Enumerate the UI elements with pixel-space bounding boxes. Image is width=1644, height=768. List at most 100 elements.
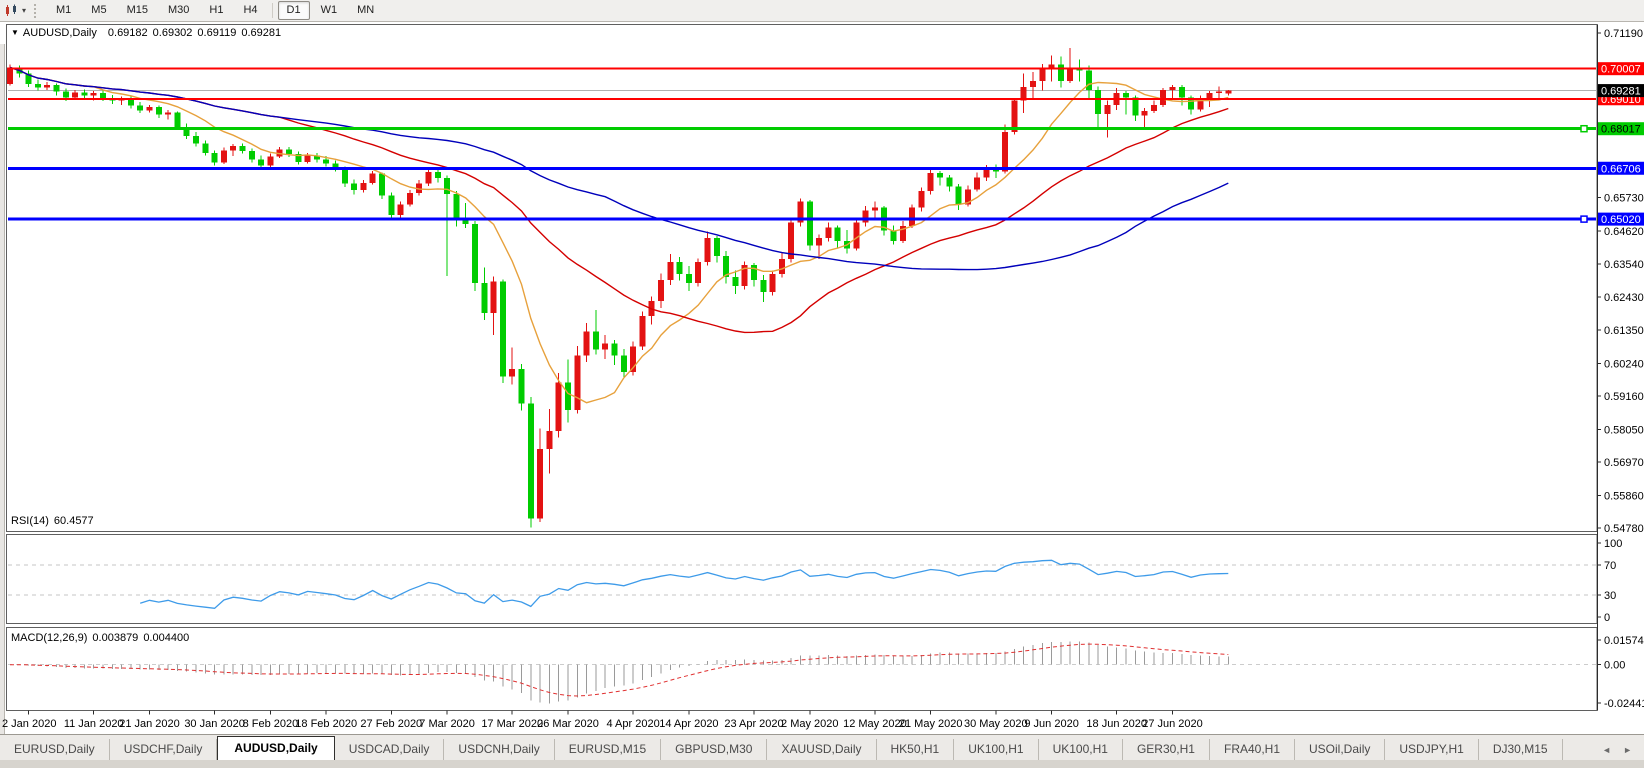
date-tick-label: 11 Jan 2020 <box>64 718 124 730</box>
candle-bull <box>1160 90 1166 105</box>
candle-bear <box>240 146 246 151</box>
chart-tab-uk100-h1[interactable]: UK100,H1 <box>1039 739 1123 760</box>
chart-tab-usdchf-daily[interactable]: USDCHF,Daily <box>110 739 218 760</box>
price-axis[interactable]: 0.711900.657300.646200.635400.624300.613… <box>1597 25 1644 711</box>
price-tick-label: 0.61350 <box>1604 325 1644 337</box>
candle-bear <box>1095 90 1101 114</box>
main-pane[interactable] <box>7 25 1598 532</box>
candle-bull <box>816 238 822 246</box>
candle-bear <box>565 383 571 410</box>
chart-tool-button[interactable]: ▾ <box>0 4 30 18</box>
macd-tick-label: 0.015741 <box>1604 635 1644 647</box>
candle-bull <box>407 193 413 204</box>
candle-bull <box>825 227 831 238</box>
rsi-tick-label: 30 <box>1604 590 1616 602</box>
candle-bear <box>1132 98 1138 116</box>
candle-bear <box>453 194 459 220</box>
candle-bull <box>872 208 878 211</box>
timeframe-button-m1[interactable]: M1 <box>47 1 80 20</box>
candle-bull <box>1170 87 1176 90</box>
chart-tab-xauusd-daily[interactable]: XAUUSD,Daily <box>767 739 876 760</box>
chart-dropdown-icon[interactable]: ▼ <box>11 28 19 37</box>
ohlc-high: 0.69302 <box>153 27 193 39</box>
chart-canvas[interactable]: 0.711900.657300.646200.635400.624300.613… <box>0 22 1644 734</box>
ohlc-open: 0.69182 <box>108 27 148 39</box>
date-tick-label: 12 May 2020 <box>843 718 907 730</box>
chart-tab-usdcnh-daily[interactable]: USDCNH,Daily <box>444 739 554 760</box>
chart-tab-usoil-daily[interactable]: USOil,Daily <box>1295 739 1385 760</box>
toolbar-grip[interactable] <box>34 4 40 18</box>
candle-bear <box>835 227 841 241</box>
tab-scroll-right-button[interactable]: ► <box>1623 745 1632 755</box>
candle-bull <box>491 282 497 314</box>
candle-bear <box>593 331 599 349</box>
candle-bull <box>695 262 701 283</box>
candle-bull <box>1207 93 1213 98</box>
candle-bull <box>574 355 580 409</box>
date-tick-label: 30 Jan 2020 <box>184 718 245 730</box>
chart-tab-usdjpy-h1[interactable]: USDJPY,H1 <box>1385 739 1478 760</box>
candle-bear <box>444 178 450 194</box>
chart-tab-eurusd-m15[interactable]: EURUSD,M15 <box>555 739 661 760</box>
candle-bull <box>72 92 78 97</box>
timeframe-button-w1[interactable]: W1 <box>312 1 347 20</box>
chart-tabs-bar: EURUSD,DailyUSDCHF,DailyAUDUSD,DailyUSDC… <box>0 734 1644 760</box>
candle-bull <box>91 93 97 95</box>
candle-bull <box>909 208 915 226</box>
tab-scroll-left-button[interactable]: ◄ <box>1602 745 1611 755</box>
timeframe-button-mn[interactable]: MN <box>348 1 383 20</box>
chart-window[interactable]: 0.711900.657300.646200.635400.624300.613… <box>0 22 1644 734</box>
candle-bull <box>221 150 227 162</box>
date-tick-label: 7 Mar 2020 <box>419 718 475 730</box>
date-tick-label: 18 Feb 2020 <box>295 718 357 730</box>
candle-bull <box>863 211 869 223</box>
chart-tab-audusd-daily[interactable]: AUDUSD,Daily <box>217 736 334 760</box>
date-tick-label: 18 Jun 2020 <box>1086 718 1147 730</box>
price-tick-label: 0.63540 <box>1604 259 1644 271</box>
candle-bear <box>937 173 943 178</box>
price-tick-label: 0.58050 <box>1604 424 1644 436</box>
status-bar <box>0 760 1644 768</box>
timeframe-button-m15[interactable]: M15 <box>118 1 157 20</box>
candle-bull <box>984 170 990 178</box>
chart-tab-fra40-h1[interactable]: FRA40,H1 <box>1210 739 1295 760</box>
price-tick-label: 0.71190 <box>1604 28 1643 40</box>
candle-bull <box>602 343 608 349</box>
date-axis[interactable]: 2 Jan 202011 Jan 202021 Jan 202030 Jan 2… <box>2 711 1203 731</box>
timeframe-button-m30[interactable]: M30 <box>159 1 198 20</box>
chart-tab-dj30-m15[interactable]: DJ30,M15 <box>1479 739 1563 760</box>
macd-main-value: 0.003879 <box>92 632 138 644</box>
candle-bear <box>621 355 627 372</box>
chart-tab-gbpusd-m30[interactable]: GBPUSD,M30 <box>661 739 767 760</box>
line-handle[interactable] <box>1581 126 1587 132</box>
candle-bear <box>435 172 441 178</box>
candle-bull <box>426 172 432 183</box>
line-handle[interactable] <box>1581 216 1587 222</box>
svg-text:0.65020: 0.65020 <box>1601 214 1641 226</box>
candle-bull <box>230 146 236 151</box>
candle-bear <box>751 265 757 280</box>
date-tick-label: 23 Apr 2020 <box>724 718 783 730</box>
chart-tab-hk50-h1[interactable]: HK50,H1 <box>877 739 955 760</box>
candle-bull <box>147 107 153 110</box>
candle-bear <box>156 107 162 115</box>
candle-bear <box>481 283 487 313</box>
candle-bear <box>379 174 385 196</box>
timeframe-button-h4[interactable]: H4 <box>234 1 266 20</box>
price-tick-label: 0.56970 <box>1604 457 1644 469</box>
candle-bear <box>677 262 683 274</box>
date-tick-label: 2 Jan 2020 <box>2 718 56 730</box>
chart-tab-usdcad-daily[interactable]: USDCAD,Daily <box>335 739 445 760</box>
candle-bull <box>267 156 273 165</box>
chart-tab-ger30-h1[interactable]: GER30,H1 <box>1123 739 1210 760</box>
rsi-value: 60.4577 <box>54 515 94 527</box>
candle-bear <box>212 153 218 163</box>
rsi-pane[interactable] <box>7 535 1598 624</box>
timeframe-button-m5[interactable]: M5 <box>82 1 115 20</box>
timeframe-button-h1[interactable]: H1 <box>200 1 232 20</box>
chart-tab-uk100-h1[interactable]: UK100,H1 <box>954 739 1038 760</box>
timeframe-button-d1[interactable]: D1 <box>278 1 310 20</box>
macd-pane[interactable] <box>7 628 1598 711</box>
chart-tab-eurusd-daily[interactable]: EURUSD,Daily <box>0 739 110 760</box>
candle-bear <box>193 136 199 144</box>
